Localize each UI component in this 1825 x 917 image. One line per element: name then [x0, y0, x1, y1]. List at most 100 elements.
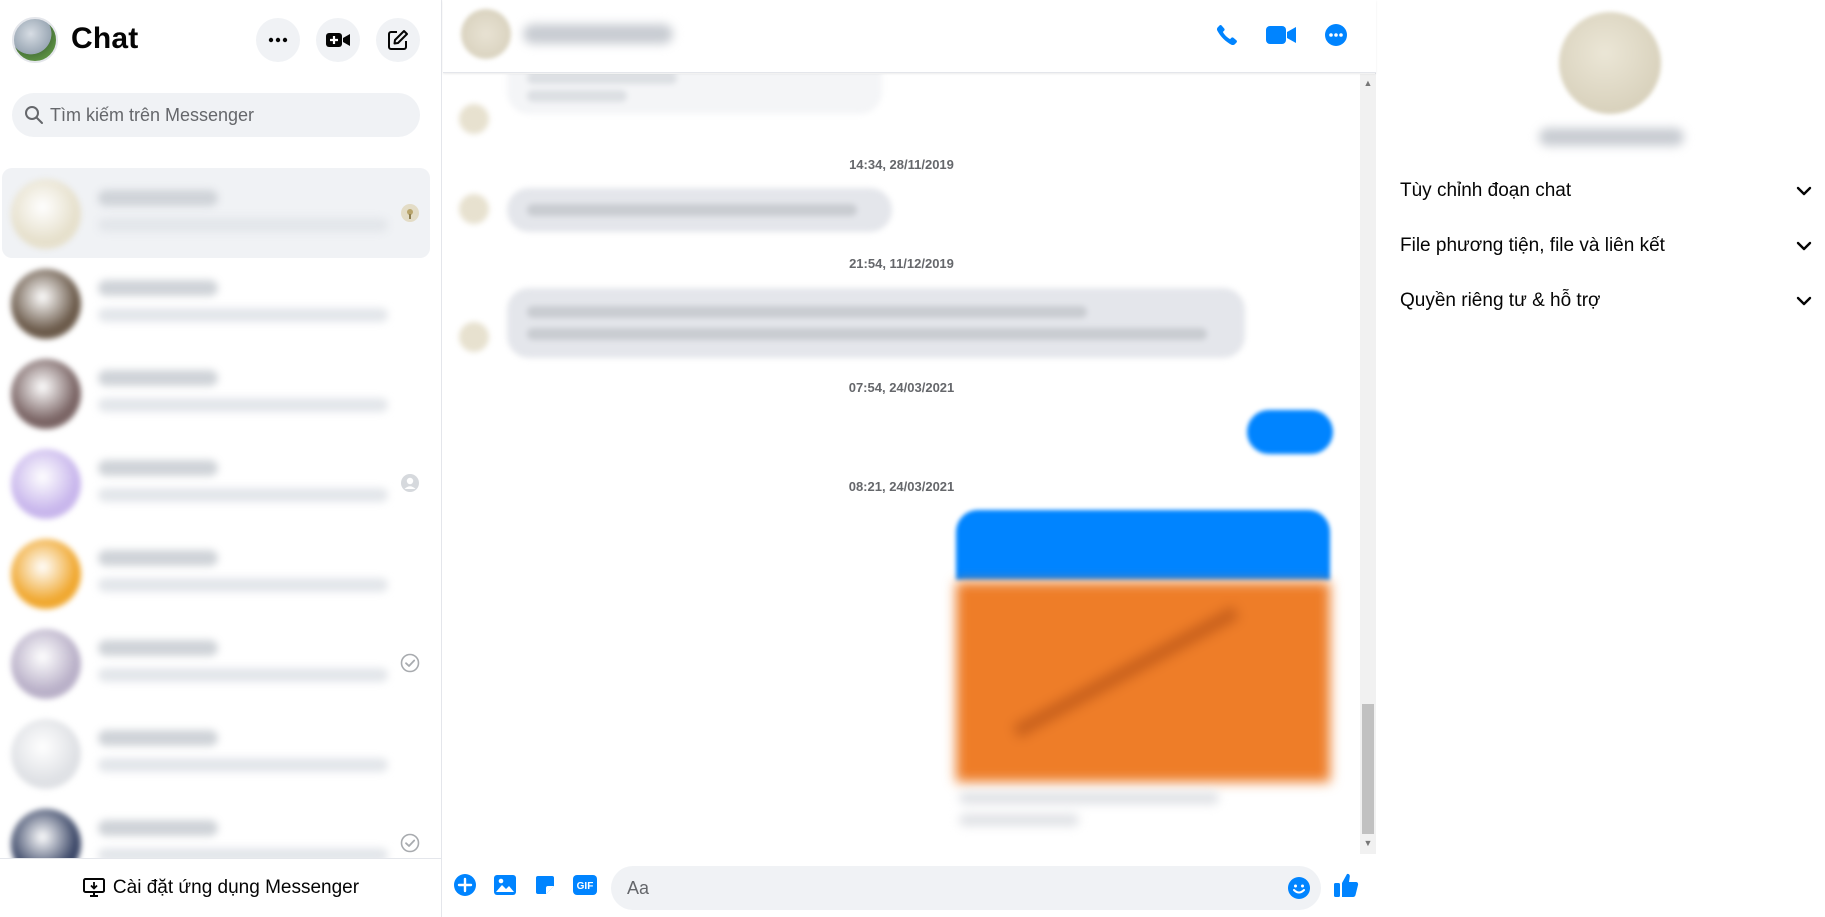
scroll-up-arrow[interactable]: ▲ — [1363, 78, 1373, 88]
conversation-preview — [98, 218, 388, 232]
sidebar-title: Chat — [71, 22, 139, 55]
conversation-preview — [98, 668, 388, 682]
conversation-name — [98, 190, 218, 206]
video-camera-icon — [1266, 26, 1296, 44]
contact-profile-name[interactable] — [1539, 128, 1684, 146]
section-customize-chat[interactable]: Tùy chỉnh đoạn chat — [1377, 164, 1825, 218]
conversation-item[interactable] — [2, 348, 430, 438]
desktop-icon — [82, 878, 105, 897]
conversation-avatar — [11, 269, 81, 339]
conversation-item[interactable] — [2, 798, 430, 858]
more-actions-button[interactable] — [451, 871, 479, 899]
conversation-info-button[interactable] — [1320, 19, 1352, 51]
conversation-info-panel: Tùy chỉnh đoạn chat File phương tiện, fi… — [1377, 0, 1825, 917]
conversation-list — [0, 166, 442, 858]
conversation-avatar — [11, 359, 81, 429]
message-timestamp: 08:21, 24/03/2021 — [848, 479, 955, 494]
message-input[interactable] — [627, 866, 1267, 910]
conversation-item[interactable] — [2, 528, 430, 618]
message-bubble-incoming[interactable] — [507, 288, 1245, 358]
message-bubble-outgoing[interactable] — [956, 510, 1330, 580]
search-icon — [25, 106, 43, 124]
conversation-item[interactable] — [2, 168, 430, 258]
new-room-button[interactable] — [316, 18, 360, 62]
scroll-down-arrow[interactable]: ▼ — [1363, 838, 1373, 848]
conversation-preview — [98, 488, 388, 502]
conversation-avatar — [11, 719, 81, 789]
install-app-button[interactable]: Cài đặt ứng dụng Messenger — [0, 858, 442, 917]
conversation-preview — [98, 848, 388, 858]
svg-text:GIF: GIF — [577, 881, 594, 892]
new-message-button[interactable] — [376, 18, 420, 62]
conversation-avatar — [11, 449, 81, 519]
thumbs-up-icon — [1334, 873, 1359, 897]
message-timestamp: 14:34, 28/11/2019 — [849, 157, 954, 172]
compose-icon — [388, 30, 408, 50]
sticker-button[interactable] — [531, 871, 559, 899]
conversation-name — [98, 640, 218, 656]
section-privacy-support[interactable]: Quyền riêng tư & hỗ trợ — [1377, 274, 1825, 328]
message-composer: GIF — [443, 854, 1376, 917]
message-bubble-incoming[interactable] — [507, 188, 892, 232]
gif-button[interactable]: GIF — [571, 871, 599, 899]
sender-avatar — [459, 322, 489, 352]
section-media-files-links[interactable]: File phương tiện, file và liên kết — [1377, 219, 1825, 273]
sender-avatar — [459, 104, 489, 134]
conversation-preview — [98, 758, 388, 772]
conversation-item[interactable] — [2, 438, 430, 528]
conversation-preview — [98, 398, 388, 412]
shared-photo[interactable] — [956, 582, 1330, 782]
seen-avatar-icon — [401, 204, 419, 222]
seen-avatar-icon — [401, 474, 419, 492]
conversation-avatar — [11, 809, 81, 858]
conversation-avatar — [11, 179, 81, 249]
message-bubble-outgoing[interactable] — [1247, 410, 1333, 454]
contact-avatar[interactable] — [461, 9, 511, 59]
conversation-name — [98, 820, 218, 836]
message-input-box[interactable] — [611, 866, 1321, 910]
phone-icon — [1216, 25, 1237, 46]
sidebar-header: Chat — [0, 0, 442, 80]
message-scrollbar[interactable]: ▲ ▼ — [1360, 74, 1376, 854]
conversation-preview — [98, 578, 388, 592]
image-icon — [494, 875, 516, 895]
scroll-thumb[interactable] — [1362, 704, 1374, 834]
conversation-item[interactable] — [2, 618, 430, 708]
conversation-item[interactable] — [2, 708, 430, 798]
conversation-name — [98, 370, 218, 386]
delivered-check-icon — [400, 833, 420, 853]
conversation-name — [98, 550, 218, 566]
ellipsis-icon — [268, 37, 288, 43]
conversation-avatar — [11, 539, 81, 609]
link-preview-caption[interactable] — [959, 792, 1319, 832]
section-label: Tùy chỉnh đoạn chat — [1400, 180, 1572, 201]
attach-photo-button[interactable] — [491, 871, 519, 899]
video-plus-icon — [326, 33, 350, 47]
more-options-button[interactable] — [256, 18, 300, 62]
send-like-button[interactable] — [1330, 869, 1362, 901]
photo-content — [1012, 605, 1240, 739]
conversation-avatar — [11, 629, 81, 699]
message-thread: 14:34, 28/11/2019 21:54, 11/12/2019 07:5… — [443, 74, 1360, 854]
video-call-button[interactable] — [1265, 19, 1297, 51]
conversation-preview — [98, 308, 388, 322]
search-box[interactable] — [12, 93, 420, 137]
conversation-name — [98, 460, 218, 476]
message-timestamp: 07:54, 24/03/2021 — [848, 380, 955, 395]
sticker-icon — [536, 876, 554, 894]
message-timestamp: 21:54, 11/12/2019 — [849, 256, 954, 271]
conversation-sidebar: Chat Cài đặt ứng dụng Messenger — [0, 0, 442, 917]
voice-call-button[interactable] — [1211, 19, 1243, 51]
search-input[interactable] — [50, 93, 410, 137]
gif-icon: GIF — [573, 875, 597, 895]
message-bubble-incoming[interactable] — [507, 74, 882, 114]
conversation-name — [98, 280, 218, 296]
install-app-label: Cài đặt ứng dụng Messenger — [112, 877, 360, 898]
contact-profile-avatar[interactable] — [1559, 12, 1661, 114]
section-label: Quyền riêng tư & hỗ trợ — [1400, 290, 1601, 311]
my-profile-avatar[interactable] — [12, 17, 58, 63]
conversation-item[interactable] — [2, 258, 430, 348]
section-label: File phương tiện, file và liên kết — [1400, 235, 1665, 256]
contact-name[interactable] — [523, 24, 673, 44]
emoji-icon[interactable] — [1287, 876, 1311, 900]
